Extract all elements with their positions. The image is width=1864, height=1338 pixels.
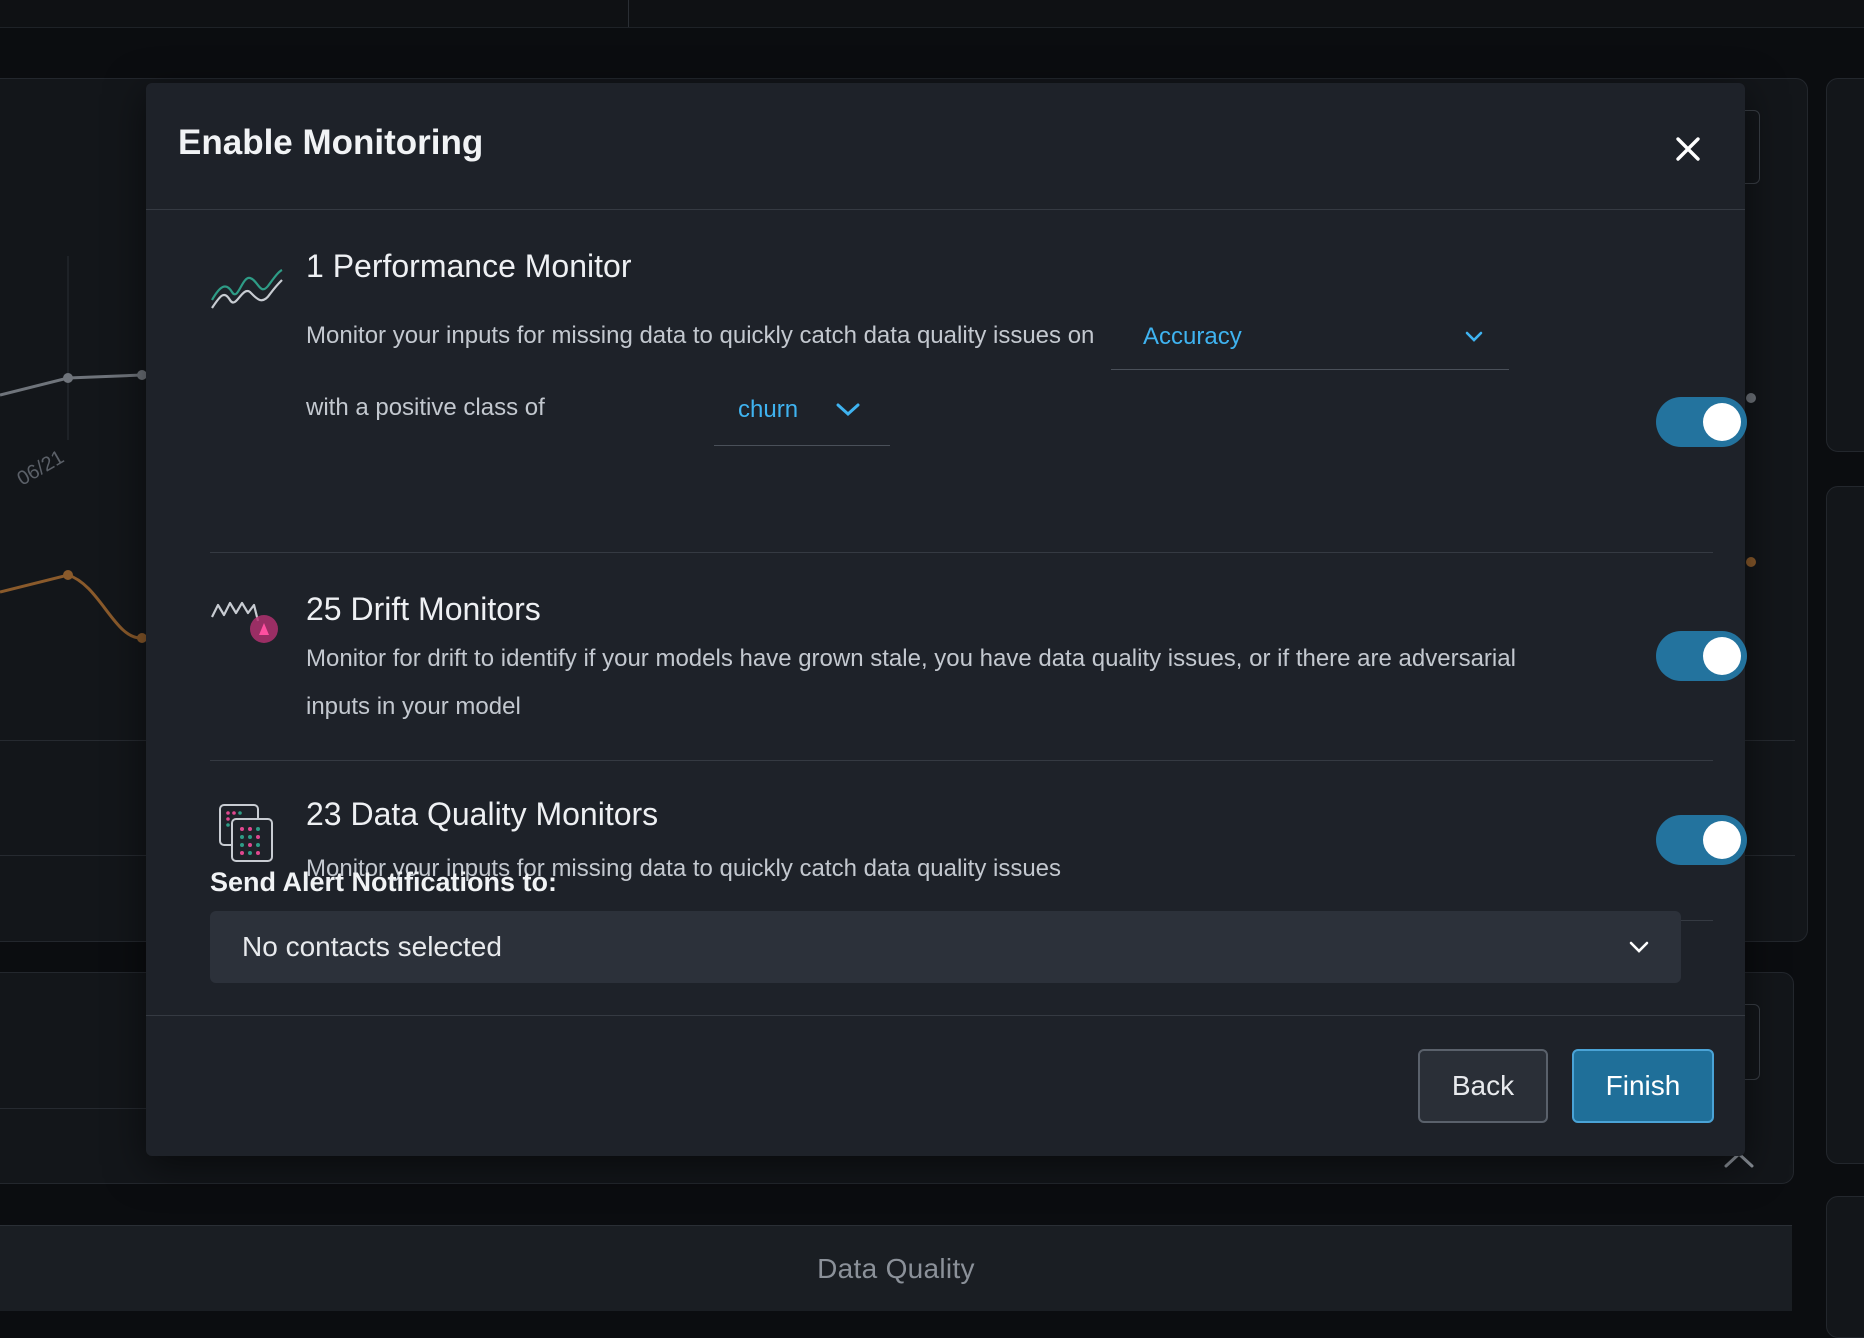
chevron-down-icon: [836, 403, 860, 416]
data-quality-icon: [219, 804, 273, 862]
background-grid-line: [0, 1108, 150, 1109]
toggle-knob: [1703, 637, 1741, 675]
modal-footer: Back Finish: [146, 1015, 1745, 1157]
alert-notifications-label: Send Alert Notifications to:: [210, 867, 558, 897]
contacts-select[interactable]: No contacts selected: [210, 911, 1681, 983]
close-icon: [1676, 137, 1700, 161]
top-bar-divider: [628, 0, 629, 27]
back-button[interactable]: Back: [1418, 1049, 1548, 1123]
toggle-knob: [1703, 403, 1741, 441]
metric-select[interactable]: Accuracy: [1111, 312, 1509, 370]
metric-select-value: Accuracy: [1143, 322, 1242, 350]
background-grid-line: [1745, 740, 1795, 741]
chart-tick-label: 06/21: [14, 446, 68, 490]
contacts-select-value: No contacts selected: [242, 931, 502, 962]
positive-class-select-value: churn: [738, 395, 799, 423]
positive-class-label: with a positive class of: [306, 394, 545, 421]
app-top-bar: [0, 0, 1864, 28]
background-grid-line: [0, 855, 150, 856]
data-quality-monitors-toggle[interactable]: [1656, 815, 1747, 865]
modal-header: Enable Monitoring: [146, 83, 1745, 210]
drift-monitors-section: 25 Drift Monitors Monitor for drift to i…: [210, 553, 1747, 761]
background-grid-line: [0, 740, 150, 741]
tab-data-quality[interactable]: Data Quality: [0, 1225, 1792, 1311]
background-right-panel-1: [1826, 78, 1864, 452]
drift-monitors-toggle[interactable]: [1656, 631, 1747, 681]
performance-wave-icon: [211, 269, 283, 309]
toggle-knob: [1703, 821, 1741, 859]
enable-monitoring-modal: Enable Monitoring 1 Performance Monitor …: [146, 83, 1747, 1157]
background-right-panel-3: [1826, 1196, 1864, 1338]
tab-data-quality-label: Data Quality: [817, 1252, 975, 1284]
background-right-panel-2: [1826, 486, 1864, 1164]
background-line-chart: 06/21: [0, 256, 147, 643]
performance-monitor-description: Monitor your inputs for missing data to …: [306, 322, 1095, 349]
close-button[interactable]: [1668, 129, 1708, 169]
chevron-down-icon: [1465, 331, 1483, 342]
positive-class-select[interactable]: churn: [714, 384, 890, 446]
drift-monitors-title: 25 Drift Monitors: [306, 591, 541, 627]
performance-monitor-section: 1 Performance Monitor Monitor your input…: [210, 210, 1747, 553]
performance-monitor-toggle[interactable]: [1656, 397, 1747, 447]
modal-title: Enable Monitoring: [178, 123, 484, 162]
background-grid-line: [1745, 855, 1795, 856]
performance-monitor-title: 1 Performance Monitor: [306, 248, 632, 284]
data-quality-monitors-title: 23 Data Quality Monitors: [306, 796, 659, 832]
finish-button[interactable]: Finish: [1572, 1049, 1714, 1123]
drift-monitors-description: Monitor for drift to identify if your mo…: [306, 645, 1516, 720]
chevron-down-icon: [1629, 941, 1649, 953]
drift-icon: [211, 601, 278, 643]
